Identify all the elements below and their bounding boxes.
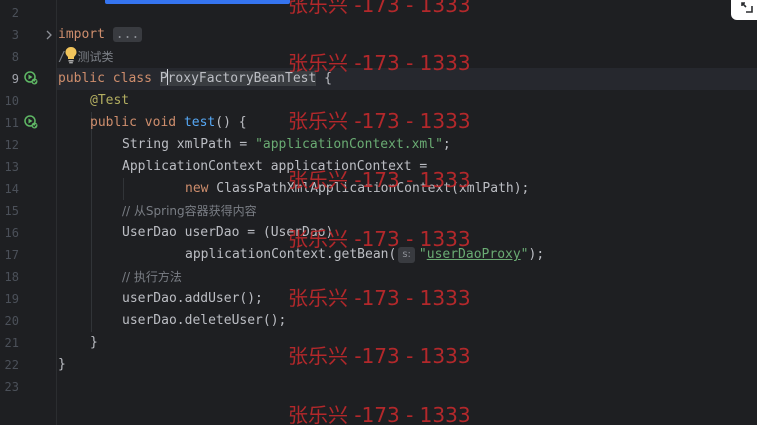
code-line-deleteuser[interactable]: userDao.deleteUser(); [122, 310, 286, 332]
line-number: 3 [11, 28, 19, 42]
string-literal: "applicationContext.xml" [255, 137, 443, 152]
line-number: 2 [11, 6, 19, 20]
line-number: 16 [4, 226, 19, 240]
variable-declaration: UserDao userDao = (UserDao) [122, 225, 334, 240]
watermark-text: 张乐兴 -173 - 1333 [288, 286, 471, 310]
code-line-annotation[interactable]: @Test [90, 90, 129, 112]
fold-chevron-icon[interactable] [44, 30, 54, 40]
watermark-text: 张乐兴 -173 - 1333 [288, 109, 471, 133]
code-line-import[interactable]: import ... [58, 24, 143, 46]
constructor-call: ClassPathXmlApplicationContext(xmlPath); [208, 181, 530, 196]
indent-guide [91, 112, 92, 332]
code-line-method-declaration[interactable]: public void test() { [90, 112, 247, 134]
code-editor[interactable]: 2 3 8 9 10 11 12 13 14 15 16 17 18 19 20… [0, 0, 757, 425]
line-number: 23 [4, 380, 19, 394]
code-line-close-method[interactable]: } [90, 332, 98, 354]
annotation: @Test [90, 93, 130, 108]
code-line-comment-spring[interactable]: // 从Spring容器获得内容 [122, 200, 257, 222]
parameter-name-hint: s: [398, 247, 415, 263]
keyword: class [112, 71, 152, 86]
comment-text: // 从Spring容器获得内容 [122, 204, 257, 218]
method-call: userDao.addUser(); [122, 291, 263, 306]
method-name: test [183, 115, 216, 130]
line-number: 18 [4, 270, 19, 284]
keyword: public [58, 71, 105, 86]
call-end: ); [528, 247, 545, 262]
comment-text: 测试类 [73, 50, 114, 64]
method-call: applicationContext.getBean( [185, 247, 397, 262]
line-number: 20 [4, 314, 19, 328]
line-number: 21 [4, 336, 19, 350]
closing-brace: } [90, 335, 98, 350]
watermark-text: 张乐兴 -173 - 1333 [288, 403, 471, 425]
folded-imports[interactable]: ... [112, 27, 143, 42]
string-quote: " [418, 247, 427, 262]
line-number: 17 [4, 248, 19, 262]
line-number: 10 [4, 94, 19, 108]
bean-name-string[interactable]: userDaoProxy [427, 247, 521, 262]
code-line-context-declaration[interactable]: ApplicationContext applicationContext = [122, 156, 427, 178]
watermark-text: 张乐兴 -173 - 1333 [288, 0, 471, 17]
line-number-current: 9 [11, 72, 19, 86]
variable-declaration: String xmlPath = [122, 137, 256, 152]
code-line-adduser[interactable]: userDao.addUser(); [122, 288, 263, 310]
loading-progress-bar [105, 0, 290, 4]
keyword: public [90, 115, 137, 130]
string-quote: " [520, 247, 529, 262]
code-line-xmlpath[interactable]: String xmlPath = "applicationContext.xml… [122, 134, 451, 156]
code-line-userdao-declaration[interactable]: UserDao userDao = (UserDao) [122, 222, 333, 244]
code-line-class-declaration[interactable]: public class ProxyFactoryBeanTest { [58, 68, 332, 90]
watermark-text: 张乐兴 -173 - 1333 [288, 344, 471, 368]
line-number: 8 [11, 50, 19, 64]
keyword: new [185, 181, 209, 196]
variable-declaration: ApplicationContext applicationContext = [122, 159, 428, 174]
indent-guide [123, 178, 124, 200]
code-line-close-class[interactable]: } [58, 354, 66, 376]
run-test-icon[interactable] [24, 115, 38, 129]
brace: { [316, 71, 332, 86]
line-number: 22 [4, 358, 19, 372]
line-number: 13 [4, 160, 19, 174]
gutter-divider [56, 0, 57, 425]
corner-action-icon [741, 2, 753, 13]
keyword: import [58, 27, 105, 42]
comment-text: // 执行方法 [122, 270, 182, 284]
intention-bulb-icon[interactable] [64, 46, 78, 64]
line-number: 14 [4, 182, 19, 196]
line-number: 12 [4, 138, 19, 152]
class-name-rest: roxyFactoryBeanTest [167, 71, 317, 86]
code-line-comment-exec[interactable]: // 执行方法 [122, 266, 182, 288]
method-call: userDao.deleteUser(); [122, 313, 287, 328]
code-line-context-new[interactable]: new ClassPathXmlApplicationContext(xmlPa… [185, 178, 529, 200]
line-number: 19 [4, 292, 19, 306]
closing-brace: } [58, 357, 66, 372]
line-number: 11 [4, 116, 19, 130]
line-number: 15 [4, 204, 19, 218]
method-signature-rest: () { [215, 115, 247, 130]
class-name: ProxyFactoryBeanTest [159, 69, 317, 86]
semicolon: ; [442, 137, 451, 152]
keyword: void [144, 115, 177, 130]
corner-action-button[interactable] [731, 0, 757, 20]
code-line-getbean[interactable]: applicationContext.getBean(s: "userDaoPro… [185, 244, 544, 266]
run-test-icon[interactable] [24, 71, 38, 85]
